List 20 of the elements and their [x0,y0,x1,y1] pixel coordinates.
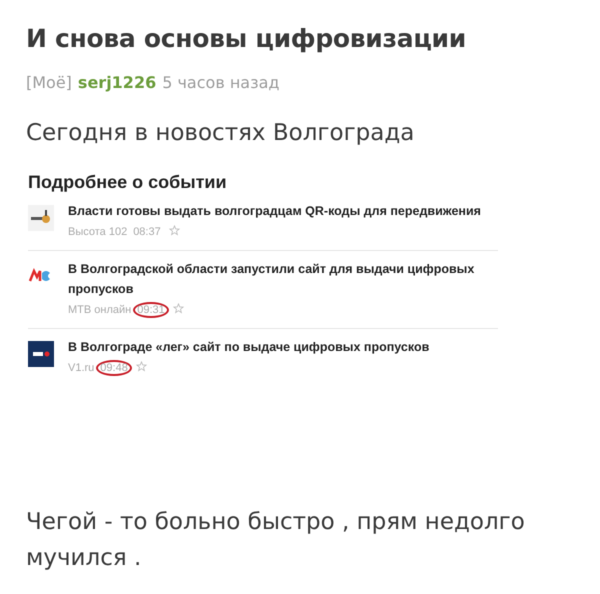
news-source: МТВ онлайн [68,304,132,316]
news-source-logo [28,205,54,231]
star-icon[interactable] [172,303,184,314]
news-source-logo [28,341,54,367]
news-headline[interactable]: В Волгоградской области запустили сайт для выдачи цифровых пропусков [68,259,498,299]
news-source: V1.ru [68,362,94,374]
news-time: 09:48 [96,360,132,376]
news-headline[interactable]: В Волгограде «лег» сайт по выдаче цифровых пропусков [68,337,430,357]
star-icon[interactable] [136,361,147,372]
post-text: Чегой - то больно быстро , прям недолго мучился . [26,508,526,573]
news-time: 09:31 [133,302,169,318]
post-time: 5 часов назад [162,73,280,92]
news-source: Высота 102 [68,226,128,238]
post-text: Сегодня в новостях Волгограда [26,120,416,146]
news-headline[interactable]: Власти готовы выдать волгоградцам QR-коды для передвижения [68,201,481,221]
news-time: 08:37 [132,225,162,240]
news-heading: Подробнее о событии [28,172,228,193]
star-icon[interactable] [168,225,180,236]
post-title: И снова основы цифровизации [26,24,467,53]
post-tag: [Моё] [26,73,72,92]
